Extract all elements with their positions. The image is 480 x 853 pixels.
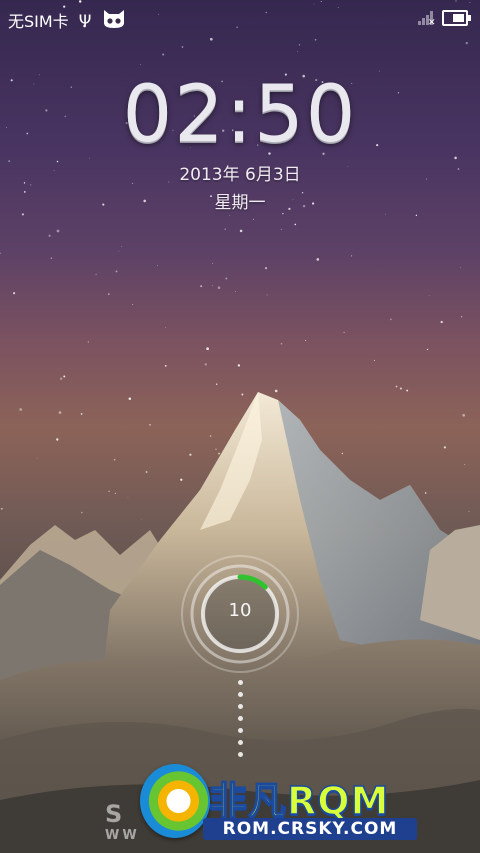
unlock-handle[interactable]: 10 [178, 552, 302, 676]
battery-icon [442, 10, 471, 26]
cyanogenmod-icon [101, 7, 127, 33]
watermark-logo-icon [140, 764, 210, 838]
track-dot [237, 704, 243, 709]
watermark: S WW 非凡RQM ROM.CRSKY.COM [105, 762, 425, 852]
lockscreen-weekday: 星期一 [214, 193, 266, 213]
track-dot [237, 680, 243, 685]
lockscreen-date: 2013年 6月3日 [179, 165, 301, 185]
unlock-track [236, 680, 244, 764]
lockscreen-clock: 02:50 [122, 70, 358, 160]
no-signal-icon: ✕ [418, 11, 436, 28]
watermark-url: ROM.CRSKY.COM [203, 818, 417, 840]
track-dot [237, 740, 243, 745]
track-dot [237, 716, 243, 721]
watermark-left-text: S [105, 800, 123, 828]
track-dot [237, 692, 243, 697]
track-dot [237, 728, 243, 733]
watermark-title: 非凡RQM [208, 778, 390, 824]
watermark-left-small: WW [105, 828, 140, 843]
usb-icon: Ψ [78, 10, 92, 30]
carrier-label: 无SIM卡 [8, 12, 69, 31]
unlock-countdown: 10 [228, 600, 252, 621]
track-dot [237, 752, 243, 757]
status-bar: 无SIM卡 Ψ ✕ [0, 0, 480, 34]
